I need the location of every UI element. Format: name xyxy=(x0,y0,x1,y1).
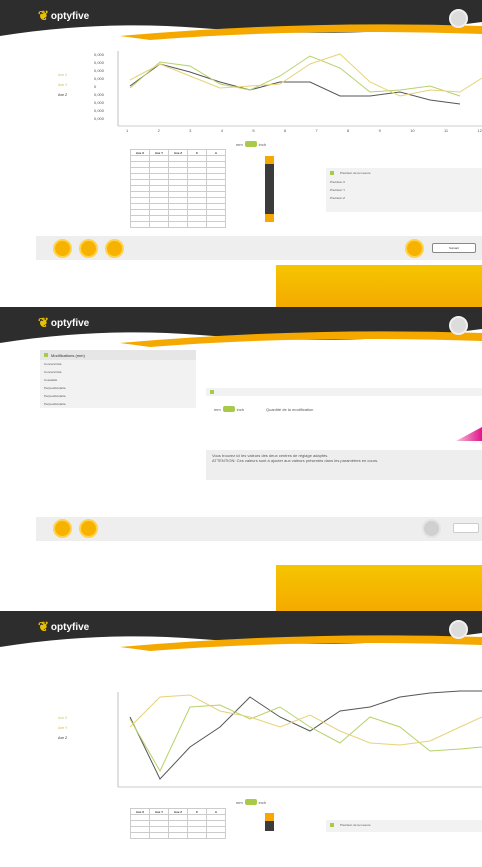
y-tick: 0,000 xyxy=(94,68,105,73)
x-tick: 2 xyxy=(157,128,160,133)
checkbox-icon[interactable] xyxy=(44,353,48,357)
header-accent xyxy=(276,565,482,613)
legend-axe-y: Axe Y xyxy=(58,726,68,730)
precision-row[interactable]: Précision X xyxy=(326,178,482,186)
action-button[interactable] xyxy=(405,239,424,258)
y-tick: 0,000 xyxy=(94,108,105,113)
app-logo: ❦ optyfive xyxy=(38,315,90,330)
precision-row[interactable]: Précision Z xyxy=(326,194,482,202)
legend-axe-x: Axe X xyxy=(58,73,68,77)
data-table: Axe X Axe Y Axe Z C A xyxy=(130,149,226,228)
toggle-switch[interactable] xyxy=(244,799,257,805)
list-item[interactable]: Concentricité xyxy=(40,368,196,376)
x-tick: 4 xyxy=(220,128,223,133)
legend-axe-z: Axe Z xyxy=(58,736,68,740)
next-button[interactable] xyxy=(105,239,124,258)
unit-mm-label: mm xyxy=(214,406,221,412)
x-tick: 9 xyxy=(378,128,381,133)
action-button[interactable] xyxy=(422,519,441,538)
list-item[interactable]: Perpendicularité xyxy=(40,400,196,408)
unit-inch-label: inch xyxy=(258,799,267,805)
precision-title: Précision de la mesure xyxy=(326,820,482,830)
pink-gradient-wedge xyxy=(456,427,482,441)
legend-axe-y: Axe Y xyxy=(58,83,68,87)
x-tick: 11 xyxy=(444,128,449,133)
checkbox-icon[interactable] xyxy=(330,823,334,827)
info-message: Vous trouvez ici les valeurs des deux ce… xyxy=(206,450,482,480)
precision-row[interactable]: Précision Y xyxy=(326,186,482,194)
toggle-switch[interactable] xyxy=(222,406,235,412)
legend-axe-z: Axe Z xyxy=(58,93,68,97)
screen-3: ❦ optyfive Axe X Axe Y Axe Z mm inch Axe … xyxy=(0,565,482,867)
suivant-button[interactable]: Suivant xyxy=(432,243,476,253)
y-tick: 0,000 xyxy=(94,76,105,81)
scroll-down-button[interactable] xyxy=(265,214,274,222)
header-close-button[interactable] xyxy=(449,9,468,28)
toggle-switch[interactable] xyxy=(244,141,257,147)
header-close-button[interactable] xyxy=(449,316,468,335)
list-item[interactable]: Concentricité xyxy=(40,360,196,368)
y-tick: 0,000 xyxy=(94,52,105,57)
data-table: Axe X Axe Y Axe Z C A xyxy=(130,808,226,839)
x-tick: 10 xyxy=(410,128,415,133)
footer-bar xyxy=(36,517,482,541)
y-tick: 0,000 xyxy=(94,92,105,97)
chart-legend: Axe X Axe Y Axe Z xyxy=(58,713,67,743)
scroll-up-button[interactable] xyxy=(265,813,274,821)
line-chart xyxy=(117,690,482,788)
header-accent xyxy=(276,265,482,309)
header-close-button[interactable] xyxy=(449,620,468,639)
x-tick-labels: 1 2 3 4 5 6 7 8 9 10 11 12 xyxy=(126,128,482,133)
list-item[interactable]: Perpendicularité xyxy=(40,384,196,392)
x-tick: 12 xyxy=(477,128,482,133)
y-tick: 0,000 xyxy=(94,100,105,105)
screen-1: ❦ optyfive Axe X Axe Y Axe Z 0,000 0,000 … xyxy=(0,0,482,265)
app-logo: ❦ optyfive xyxy=(38,619,90,634)
x-tick: 8 xyxy=(347,128,350,133)
chart-legend: Axe X Axe Y Axe Z xyxy=(58,70,67,100)
table-row xyxy=(130,832,226,839)
unit-mm-label: mm xyxy=(236,141,243,147)
x-tick: 6 xyxy=(283,128,287,133)
y-tick: 0 xyxy=(94,84,97,89)
unit-inch-label: inch xyxy=(258,141,267,147)
scroll-up-button[interactable] xyxy=(265,156,274,164)
table-scrollbar[interactable] xyxy=(265,156,274,222)
prev-button[interactable] xyxy=(53,239,72,258)
legend-axe-x: Axe X xyxy=(58,716,68,720)
quantity-label: Quantité de la modification xyxy=(266,407,314,412)
checkbox-icon[interactable] xyxy=(210,390,214,394)
table-row xyxy=(130,221,226,228)
unit-mm-label: mm xyxy=(236,799,243,805)
modification-section-header xyxy=(206,388,482,396)
checkbox-icon[interactable] xyxy=(330,171,334,175)
y-tick: 0,000 xyxy=(94,60,105,65)
precision-panel: Précision de la mesure xyxy=(326,820,482,832)
x-tick: 3 xyxy=(189,128,192,133)
unit-toggle[interactable]: mm inch xyxy=(214,406,244,412)
y-tick-labels: 0,000 0,000 0,000 0,000 0 0,000 0,000 0,… xyxy=(94,52,116,124)
app-logo: ❦ optyfive xyxy=(38,8,90,23)
home-button[interactable] xyxy=(79,519,98,538)
list-item[interactable]: Coaxialité xyxy=(40,376,196,384)
empty-button[interactable] xyxy=(453,523,479,533)
table-scrollbar[interactable] xyxy=(265,813,274,831)
list-title: Modifications (mm) xyxy=(40,350,196,360)
x-tick: 7 xyxy=(315,128,318,133)
precision-title: Précision de la mesure xyxy=(326,168,482,178)
modifications-list: Modifications (mm) Concentricité Concent… xyxy=(40,350,196,408)
screen-2: ❦ optyfive Modifications (mm) Concentrici… xyxy=(0,265,482,565)
precision-panel: Précision de la mesure Précision X Préci… xyxy=(326,168,482,212)
line-chart xyxy=(117,51,482,127)
info-line-2: ATTENTION: Ces valeurs sont à ajouter au… xyxy=(212,458,379,463)
x-tick: 5 xyxy=(252,128,255,133)
unit-toggle[interactable]: mm inch xyxy=(236,141,266,147)
unit-inch-label: inch xyxy=(236,406,245,412)
home-button[interactable] xyxy=(79,239,98,258)
unit-toggle[interactable]: mm inch xyxy=(236,799,266,805)
list-item[interactable]: Perpendicularité xyxy=(40,392,196,400)
y-tick: 0,000 xyxy=(94,116,105,121)
prev-button[interactable] xyxy=(53,519,72,538)
x-tick: 1 xyxy=(126,128,129,133)
